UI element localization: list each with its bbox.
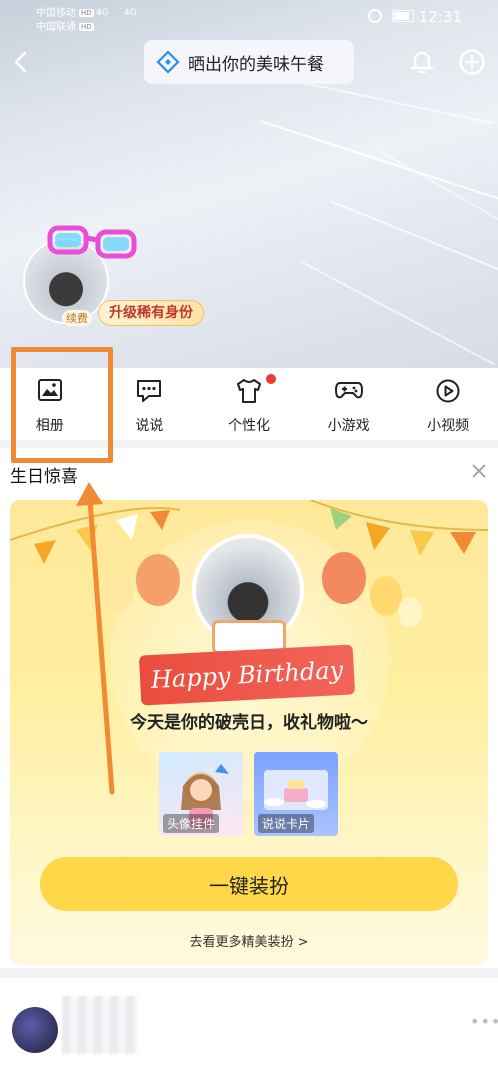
upgrade-identity-badge[interactable]: 升级稀有身份 xyxy=(98,300,204,326)
nav-item-videos[interactable]: 小视频 xyxy=(398,368,498,440)
blurred-username xyxy=(62,996,138,1054)
gift-label-pendant: 头像挂件 xyxy=(163,814,220,833)
sunglasses-pendant-icon xyxy=(47,225,137,259)
topic-search-pill[interactable]: 晒出你的美味午餐 xyxy=(144,40,354,84)
chat-bubble-icon xyxy=(137,380,162,402)
nav-item-games[interactable]: 小游戏 xyxy=(299,368,399,440)
signal-indicator-2: 4G xyxy=(124,8,137,18)
nav-item-personalize[interactable]: 个性化 xyxy=(199,368,299,440)
topic-icon xyxy=(156,50,180,74)
nav-label-personalize: 个性化 xyxy=(227,418,270,434)
signal-indicator-1: 4G xyxy=(96,8,109,18)
status-bar: 中国移动 HD 中国联通 HD 4G 4G 12:31 xyxy=(0,0,498,36)
birthday-title: 生日惊喜 xyxy=(10,467,78,487)
renew-badge[interactable]: 续费 xyxy=(62,310,92,326)
status-time: 12:31 xyxy=(418,8,462,26)
profile-avatar-area[interactable]: 续费 升级稀有身份 xyxy=(18,222,218,337)
tshirt-icon xyxy=(236,379,261,403)
play-circle-icon xyxy=(436,379,460,403)
nav-label-games: 小游戏 xyxy=(327,418,370,434)
nav-item-moments[interactable]: 说说 xyxy=(100,368,200,440)
nav-label-moments: 说说 xyxy=(135,418,164,434)
gift-label-card: 说说卡片 xyxy=(258,814,315,833)
feed-avatar[interactable] xyxy=(12,1007,58,1053)
bell-icon[interactable] xyxy=(407,47,437,77)
topic-text: 晒出你的美味午餐 xyxy=(188,54,324,75)
nav-label-videos: 小视频 xyxy=(427,418,470,434)
gamepad-icon xyxy=(334,382,363,399)
battery-icon xyxy=(392,10,414,22)
more-decorations-link[interactable]: 去看更多精美装扮 > xyxy=(0,931,498,950)
add-circle-icon[interactable] xyxy=(457,47,487,77)
birthday-headline: 今天是你的破壳日，收礼物啦～ xyxy=(130,713,368,733)
alarm-icon xyxy=(368,9,382,23)
highlight-box xyxy=(11,347,113,463)
close-icon[interactable] xyxy=(470,462,488,480)
more-options-icon[interactable]: ••• xyxy=(470,1012,498,1031)
gift-avatar-pendant[interactable]: 头像挂件 xyxy=(159,752,243,836)
gift-moment-card[interactable]: 说说卡片 xyxy=(254,752,338,836)
one-click-dress-button[interactable]: 一键装扮 xyxy=(40,857,458,911)
back-arrow-icon[interactable] xyxy=(10,50,34,74)
notification-dot xyxy=(266,374,276,384)
ribbon-text: Happy Birthday xyxy=(150,655,344,695)
carrier-2: 中国联通 HD xyxy=(36,22,94,33)
carrier-1: 中国移动 HD xyxy=(36,8,94,19)
